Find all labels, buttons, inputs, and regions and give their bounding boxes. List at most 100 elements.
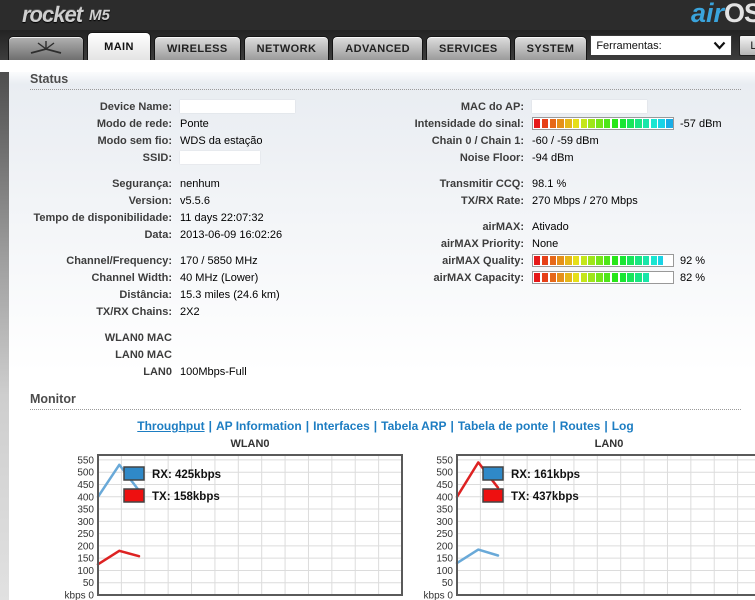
status-row: Channel Width: 40 MHz (Lower) <box>30 269 382 286</box>
field-value <box>180 151 260 164</box>
link-separator: | <box>604 419 608 433</box>
field-value: Ativado <box>532 220 569 233</box>
brand-name: rocket <box>22 2 83 27</box>
y-tick-label: 50 <box>442 578 454 589</box>
airos-logo: airOS <box>691 0 755 29</box>
status-section-title: Status <box>30 72 741 90</box>
field-label: Segurança: <box>112 177 172 190</box>
status-right-column: MAC do AP: Intensidade do sinal: -57 dBm Ch… <box>382 98 741 380</box>
tab-system[interactable]: SYSTEM <box>513 36 588 60</box>
tools-select-value: Ferramentas: <box>596 39 662 52</box>
airos-logo-air: air <box>690 0 724 28</box>
status-row: TX/RX Chains: 2X2 <box>30 303 382 320</box>
status-row: Tempo de disponibilidade: 11 days 22:07:3… <box>30 209 382 226</box>
field-value: 170 / 5850 MHz <box>180 254 258 267</box>
status-row: Noise Floor: -94 dBm <box>382 149 741 166</box>
chevron-down-icon <box>713 41 726 50</box>
tab-network[interactable]: NETWORK <box>243 36 330 60</box>
field-label: airMAX Quality: <box>442 254 524 267</box>
tools-select[interactable]: Ferramentas: <box>590 35 733 56</box>
link-separator: | <box>552 419 556 433</box>
field-label: Channel Width: <box>91 271 172 284</box>
redacted-value-box <box>180 151 260 164</box>
status-left-column: Device Name: Modo de rede: Ponte Modo sem f… <box>30 98 382 380</box>
field-label: airMAX Priority: <box>440 237 524 250</box>
field-value: 92 % <box>532 254 705 267</box>
legend-rx-marker <box>123 466 145 481</box>
y-tick-label: 500 <box>77 468 94 479</box>
field-value: 15.3 miles (24.6 km) <box>180 288 280 301</box>
status-row: Data: 2013-06-09 16:02:26 <box>30 226 382 243</box>
field-label: Chain 0 / Chain 1: <box>431 134 524 147</box>
airos-logo-os: OS <box>723 0 755 28</box>
field-label: Intensidade do sinal: <box>414 117 524 130</box>
link-separator: | <box>373 419 378 433</box>
y-tick-label: 300 <box>436 517 453 528</box>
monitor-link-ap-information[interactable]: AP Information <box>216 419 302 433</box>
y-tick-label: 450 <box>77 480 94 491</box>
field-label: Channel/Frequency: <box>66 254 172 267</box>
field-label: Distância: <box>119 288 172 301</box>
lan0-chart: LAN0 550 500 450 400 350 300 250 200 150 100 50 kbps… <box>417 438 755 600</box>
monitor-link-interfaces[interactable]: Interfaces <box>313 419 370 433</box>
field-value: -94 dBm <box>532 151 574 164</box>
brand-model: M5 <box>89 7 110 24</box>
y-tick-label: 300 <box>77 517 94 528</box>
y-tick-label: 350 <box>436 505 453 516</box>
ubiquiti-antenna-icon <box>30 40 62 54</box>
segmented-signal-bar <box>532 271 674 284</box>
chart-canvas: 550 500450400 350300250200 15010050 kbps 0 RX… <box>65 454 403 600</box>
y-tick-label: 550 <box>77 455 94 466</box>
status-row: SSID: <box>30 149 382 166</box>
status-section: Device Name: Modo de rede: Ponte Modo sem f… <box>30 98 741 380</box>
monitor-link-tabela-arp[interactable]: Tabela ARP <box>381 419 446 433</box>
y-tick-label: 200 <box>77 541 94 552</box>
field-label: SSID: <box>142 151 172 164</box>
throughput-charts: WLAN0 550 500 450 400 350 300 250 200 150 100 50 kbp… <box>58 438 755 600</box>
logout-button[interactable]: Logout <box>739 35 755 56</box>
wlan0-chart: WLAN0 550 500 450 400 350 300 250 200 150 100 50 kbp… <box>58 438 404 600</box>
status-row: Chain 0 / Chain 1: -60 / -59 dBm <box>382 132 741 149</box>
bar-value: 82 % <box>680 271 706 284</box>
monitor-link-tabela-de-ponte[interactable]: Tabela de ponte <box>458 419 548 433</box>
y-tick-label: 500 <box>436 468 453 479</box>
monitor-link-throughput[interactable]: Throughput <box>137 419 204 433</box>
redacted-value-box <box>532 100 647 113</box>
redacted-value-box <box>180 100 295 113</box>
legend-tx-label: TX: 437kbps <box>511 491 579 503</box>
y-tick-label: 400 <box>77 492 94 503</box>
monitor-section-title: Monitor <box>30 392 741 410</box>
field-label: airMAX: <box>482 220 524 233</box>
y-tick-label: 550 <box>436 455 453 466</box>
tab-bar: MAIN WIRELESS NETWORK ADVANCED SERVICES SYSTE… <box>0 30 755 60</box>
y-tick-label: 50 <box>83 578 95 589</box>
content-area: Status Device Name: Modo de rede: Ponte Mod… <box>0 72 755 600</box>
monitor-link-log[interactable]: Log <box>612 419 634 433</box>
status-row: TX/RX Rate: 270 Mbps / 270 Mbps <box>382 192 741 209</box>
monitor-links: Throughput | AP Information | Interfaces | Tab… <box>30 419 741 433</box>
segmented-signal-bar <box>532 117 674 130</box>
chart-title: LAN0 <box>594 438 624 450</box>
field-value: 40 MHz (Lower) <box>180 271 259 284</box>
field-value: WDS da estação <box>180 134 263 147</box>
field-value: -57 dBm <box>532 117 722 130</box>
status-row: Transmitir CCQ: 98.1 % <box>382 175 741 192</box>
status-row: airMAX Capacity: 82 % <box>382 269 741 286</box>
nav-tabs: MAIN WIRELESS NETWORK ADVANCED SERVICES SYSTE… <box>87 32 588 60</box>
field-value: 2013-06-09 16:02:26 <box>180 228 283 241</box>
status-row: LAN0 MAC <box>30 346 382 363</box>
tab-services[interactable]: SERVICES <box>426 36 511 60</box>
tab-ubiquiti-home[interactable] <box>8 36 84 60</box>
bar-value: -57 dBm <box>680 117 722 130</box>
monitor-link-routes[interactable]: Routes <box>560 419 601 433</box>
tab-wireless[interactable]: WIRELESS <box>154 36 241 60</box>
page: rocket M5 airOS MAIN WIRELESS NETWORK ADVANC… <box>0 0 755 600</box>
legend-rx-label: RX: 161kbps <box>511 469 580 481</box>
segmented-signal-bar <box>532 254 674 267</box>
tx-line <box>96 549 141 566</box>
field-label: airMAX Capacity: <box>433 271 524 284</box>
y-tick-label: 150 <box>436 554 453 565</box>
tab-advanced[interactable]: ADVANCED <box>332 36 424 60</box>
tab-main[interactable]: MAIN <box>87 32 151 60</box>
field-label: Version: <box>128 194 172 207</box>
